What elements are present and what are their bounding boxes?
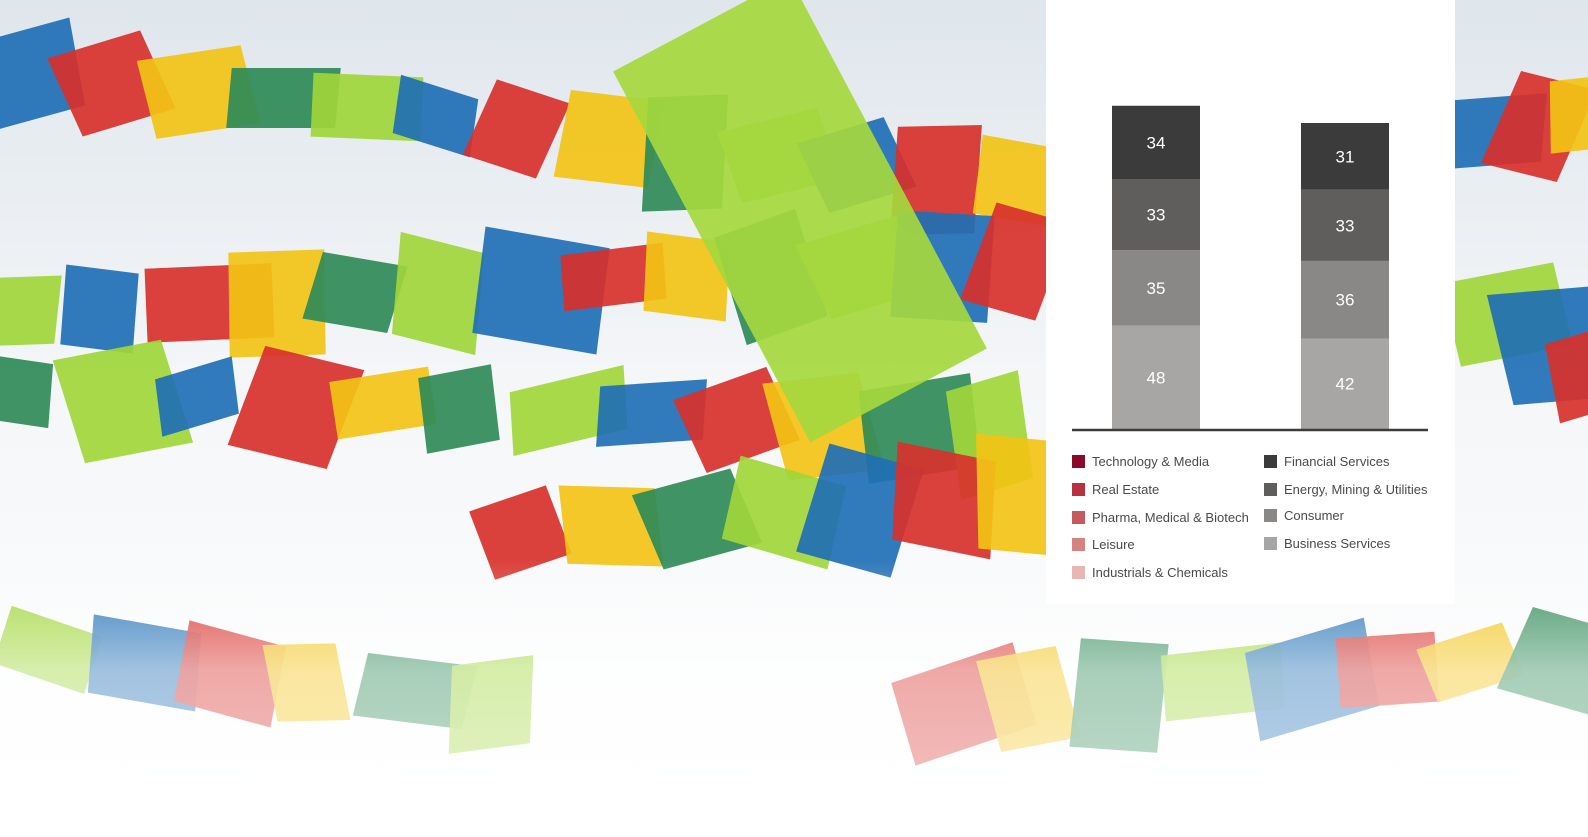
prayer-flag <box>60 264 139 354</box>
legend-swatch <box>1072 482 1085 496</box>
bar-value-label: 33 <box>1336 216 1355 235</box>
legend-item: Consumer <box>1264 506 1344 524</box>
legend-label: Industrials & Chemicals <box>1092 564 1228 580</box>
bar-value-label: 33 <box>1147 206 1166 225</box>
legend-swatch <box>1072 510 1085 524</box>
legend-item: Industrials & Chemicals <box>1072 563 1228 581</box>
prayer-flag <box>392 232 485 356</box>
legend-label: Technology & Media <box>1092 453 1210 469</box>
legend-item: Business Services <box>1264 534 1390 552</box>
legend-label: Real Estate <box>1092 481 1160 497</box>
legend-label: Pharma, Medical & Biotech <box>1092 509 1249 525</box>
legend-swatch <box>1072 537 1085 551</box>
legend-label: Business Services <box>1284 535 1391 551</box>
bar-value-label: 48 <box>1147 368 1166 387</box>
bar-value-label: 36 <box>1336 291 1355 310</box>
legend-item: Leisure <box>1072 535 1135 553</box>
chart-legend: Technology & Media Real Estate Pharma, Med… <box>1072 452 1442 592</box>
bar-value-label: 34 <box>1147 133 1166 152</box>
bar-value-label: 31 <box>1336 147 1355 166</box>
legend-swatch <box>1264 482 1277 496</box>
legend-swatch <box>1072 565 1085 579</box>
legend-item: Pharma, Medical & Biotech <box>1072 508 1249 526</box>
chart-card: 48 35 33 34 42 36 33 31 Technology & Media Real … <box>1046 0 1455 604</box>
legend-item: Financial Services <box>1264 452 1390 470</box>
prayer-flag <box>417 364 500 455</box>
legend-item: Energy, Mining & Utilities <box>1264 480 1428 498</box>
legend-swatch <box>1264 508 1277 522</box>
legend-label: Energy, Mining & Utilities <box>1284 481 1428 497</box>
prayer-flag <box>0 353 54 428</box>
bar-value-label: 35 <box>1147 279 1166 298</box>
legend-swatch <box>1264 454 1277 468</box>
prayer-flag <box>0 275 62 348</box>
legend-label: Consumer <box>1284 507 1344 523</box>
prayer-flag <box>463 79 571 179</box>
legend-swatch <box>1264 536 1277 550</box>
legend-swatch <box>1072 454 1085 468</box>
legend-label: Leisure <box>1092 536 1135 552</box>
legend-label: Financial Services <box>1284 453 1390 469</box>
legend-item: Technology & Media <box>1072 452 1209 470</box>
legend-item: Real Estate <box>1072 480 1159 498</box>
prayer-flag <box>393 74 479 158</box>
prayer-flag <box>1549 70 1588 154</box>
bar-value-label: 42 <box>1336 375 1355 394</box>
